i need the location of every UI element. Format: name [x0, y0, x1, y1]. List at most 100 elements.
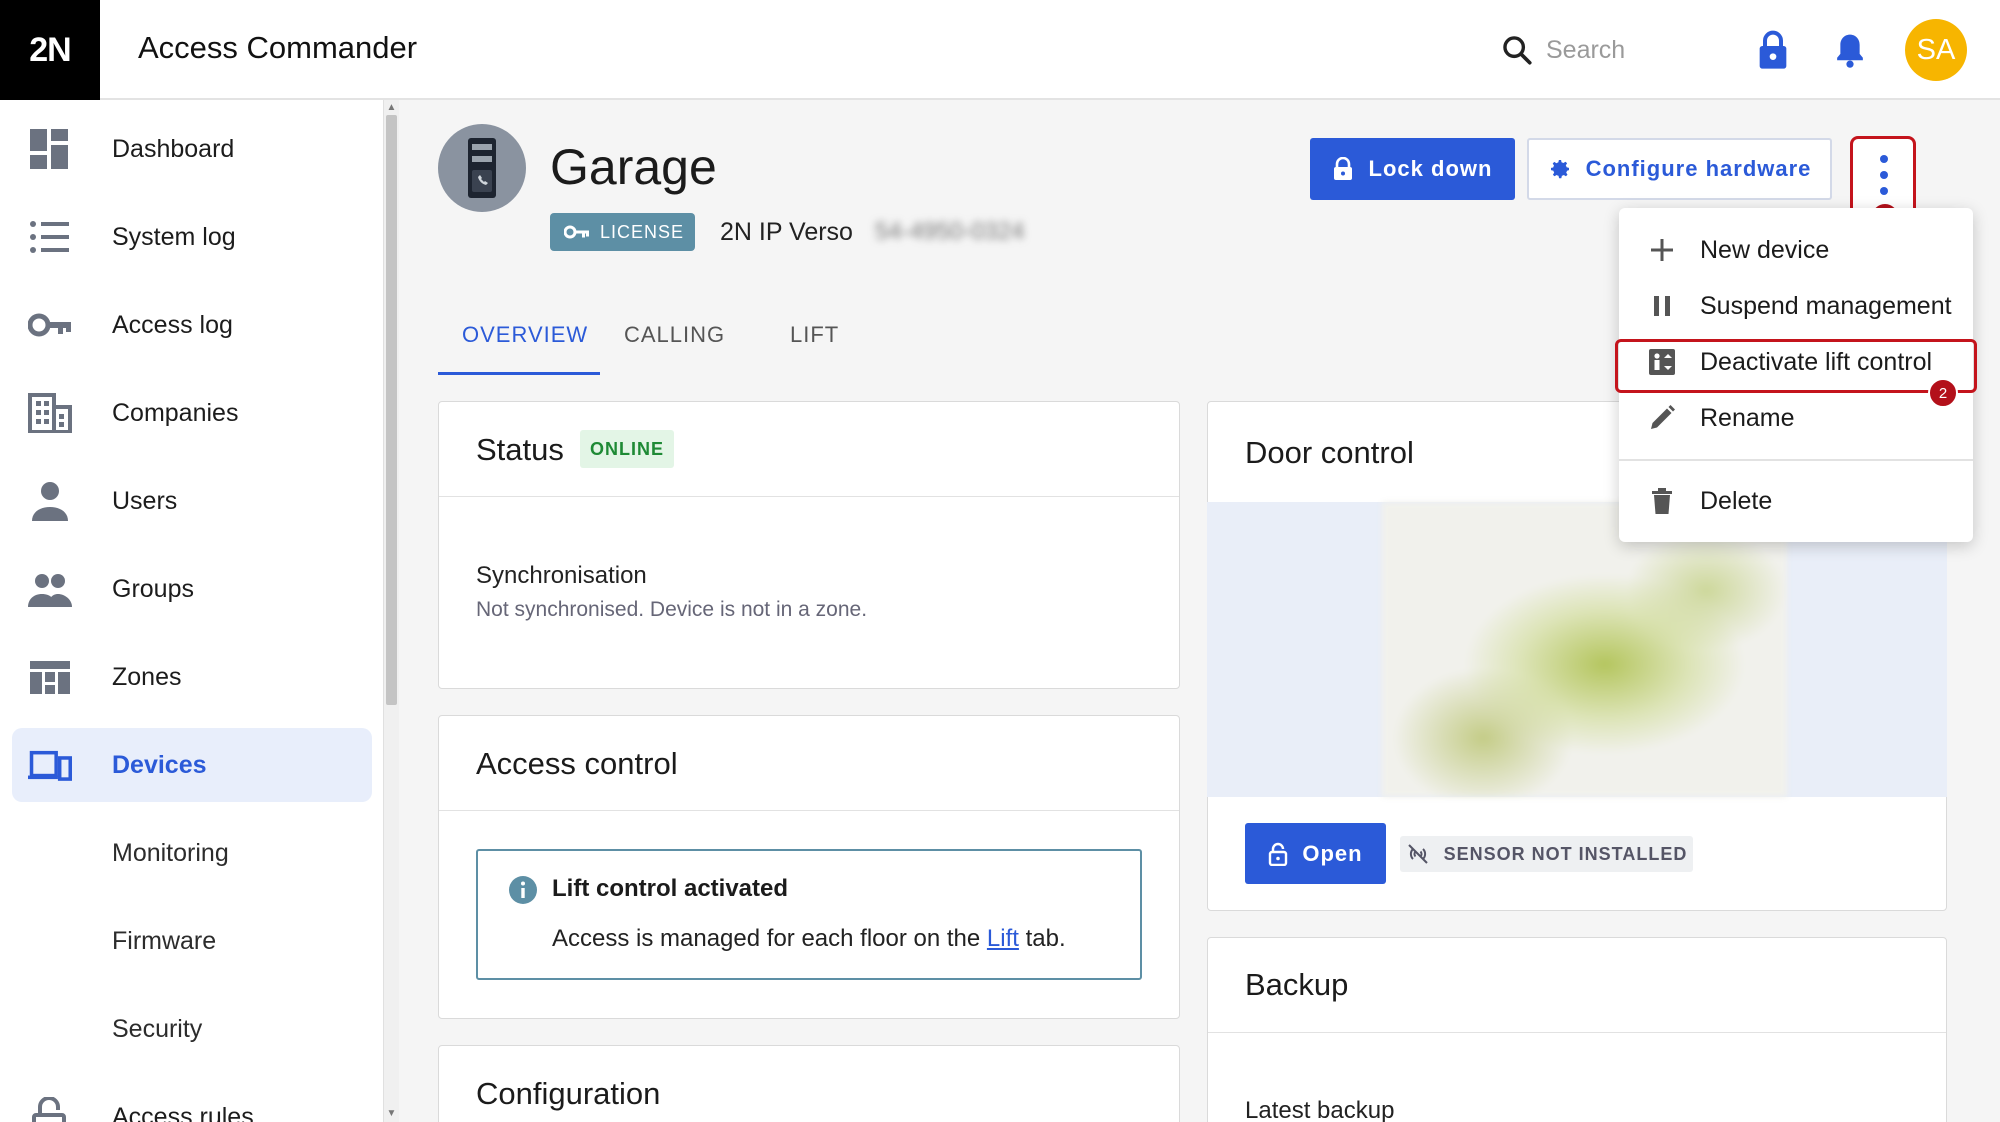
- menu-item-suspend-management[interactable]: Suspend management: [1619, 278, 1973, 334]
- sidebar-item-monitoring[interactable]: Monitoring: [12, 816, 372, 890]
- sidebar-item-label: Companies: [112, 398, 239, 427]
- lock-down-button[interactable]: Lock down: [1310, 138, 1515, 200]
- sensor-status-label: SENSOR NOT INSTALLED: [1443, 843, 1688, 864]
- scroll-down-icon[interactable]: ▼: [386, 1108, 397, 1120]
- license-label: LICENSE: [600, 221, 685, 242]
- sidebar-item-label: Monitoring: [112, 838, 229, 867]
- pencil-icon: [1651, 405, 1675, 429]
- lock-icon[interactable]: [1757, 30, 1789, 70]
- building-icon: [28, 393, 72, 433]
- menu-item-label: Delete: [1700, 486, 1773, 515]
- sidebar-item-label: Security: [112, 1014, 203, 1043]
- lift-info-text-start: Access is managed for each floor on the: [552, 925, 987, 952]
- sensor-off-icon: [1407, 844, 1428, 864]
- brand-logo[interactable]: 2N: [0, 0, 100, 100]
- lift-tab-link[interactable]: Lift: [987, 925, 1019, 952]
- lift-info-text: Access is managed for each floor on the …: [552, 925, 1066, 953]
- sidebar-item-groups[interactable]: Groups: [12, 552, 372, 626]
- sidebar-item-label: Zones: [112, 662, 182, 691]
- tab-lift[interactable]: LIFT: [790, 322, 839, 348]
- latest-backup-label: Latest backup: [1245, 1097, 1395, 1122]
- sidebar-item-dashboard[interactable]: Dashboard: [12, 112, 372, 186]
- devices-icon: [28, 750, 72, 781]
- menu-item-delete[interactable]: Delete: [1619, 473, 1973, 529]
- sidebar-item-devices[interactable]: Devices: [12, 728, 372, 802]
- online-status-badge: ONLINE: [580, 430, 674, 468]
- configure-hardware-label: Configure hardware: [1585, 156, 1812, 181]
- lock-icon: [1333, 157, 1352, 180]
- license-badge[interactable]: LICENSE: [550, 213, 695, 251]
- door-control-card-title: Door control: [1245, 435, 1414, 470]
- sidebar-item-access-log[interactable]: Access log: [12, 288, 372, 362]
- info-icon: [509, 876, 537, 904]
- menu-item-rename[interactable]: Rename: [1619, 390, 1973, 446]
- device-serial: 54-4950-0324: [875, 218, 1025, 245]
- lock-down-label: Lock down: [1368, 156, 1493, 181]
- sidebar-item-label: Groups: [112, 574, 194, 603]
- sidebar-item-companies[interactable]: Companies: [12, 376, 372, 450]
- open-door-button[interactable]: Open: [1245, 823, 1386, 884]
- backup-card: [1207, 937, 1947, 1122]
- device-model: 2N IP Verso: [720, 218, 853, 246]
- dashboard-icon: [30, 129, 68, 169]
- pause-icon: [1654, 296, 1670, 316]
- sidebar-item-security[interactable]: Security: [12, 992, 372, 1066]
- device-avatar: [438, 124, 526, 212]
- highlight-frame: [1615, 339, 1977, 393]
- list-icon: [30, 221, 69, 253]
- scroll-up-icon[interactable]: ▲: [386, 102, 397, 114]
- tab-overview[interactable]: OVERVIEW: [462, 322, 588, 348]
- trash-icon: [1652, 488, 1672, 514]
- sidebar-item-label: System log: [112, 222, 236, 251]
- lift-info-box: Lift control activated Access is managed…: [476, 849, 1142, 980]
- bell-icon[interactable]: [1834, 32, 1866, 68]
- sidebar-scroll-thumb[interactable]: [386, 115, 397, 705]
- step-callout-2: 2: [1928, 378, 1958, 408]
- sync-description: Not synchronised. Device is not in a zon…: [476, 598, 868, 621]
- open-door-label: Open: [1302, 840, 1363, 866]
- backup-card-title: Backup: [1245, 967, 1349, 1002]
- sidebar: Dashboard System log Access log Companie…: [0, 100, 384, 1122]
- sidebar-item-label: Access rules: [112, 1102, 254, 1122]
- zones-icon: [30, 661, 70, 694]
- menu-item-label: New device: [1700, 235, 1830, 264]
- configure-hardware-button[interactable]: Configure hardware: [1527, 138, 1832, 200]
- tab-calling[interactable]: CALLING: [624, 322, 725, 348]
- lift-info-text-end: tab.: [1018, 925, 1066, 952]
- menu-divider: [1619, 459, 1973, 461]
- sidebar-item-users[interactable]: Users: [12, 464, 372, 538]
- intercom-icon: [468, 138, 496, 198]
- sensor-status-badge: SENSOR NOT INSTALLED: [1400, 836, 1693, 872]
- key-icon: [564, 225, 589, 239]
- sidebar-item-system-log[interactable]: System log: [12, 200, 372, 274]
- active-tab-indicator: [438, 372, 600, 375]
- sidebar-item-label: Devices: [112, 750, 207, 779]
- menu-item-new-device[interactable]: New device: [1619, 222, 1973, 278]
- camera-snapshot: [1382, 502, 1787, 797]
- sidebar-item-label: Firmware: [112, 926, 217, 955]
- device-title: Garage: [550, 139, 717, 195]
- configuration-card-title: Configuration: [476, 1076, 661, 1111]
- search-icon[interactable]: [1500, 33, 1534, 67]
- more-vertical-icon: [1880, 155, 1888, 195]
- lift-info-title: Lift control activated: [552, 875, 789, 902]
- user-icon: [32, 482, 68, 521]
- key-icon: [28, 313, 71, 337]
- sidebar-item-access-rules[interactable]: Access rules: [12, 1080, 372, 1122]
- sidebar-item-label: Dashboard: [112, 134, 235, 163]
- menu-item-label: Rename: [1700, 403, 1795, 432]
- app-title: Access Commander: [138, 30, 418, 65]
- gear-icon: [1550, 160, 1569, 179]
- top-bar: 2N Access Commander SA: [0, 0, 2000, 100]
- sync-label: Synchronisation: [476, 562, 647, 589]
- menu-item-label: Suspend management: [1700, 291, 1952, 320]
- access-control-card-title: Access control: [476, 746, 678, 781]
- lock-open-icon: [32, 1097, 66, 1122]
- group-icon: [28, 574, 72, 607]
- status-card-title: Status: [476, 432, 564, 467]
- sidebar-item-zones[interactable]: Zones: [12, 640, 372, 714]
- plus-icon: [1651, 239, 1673, 261]
- search-input[interactable]: [1546, 28, 1706, 72]
- user-avatar[interactable]: SA: [1905, 19, 1967, 81]
- sidebar-item-firmware[interactable]: Firmware: [12, 904, 372, 978]
